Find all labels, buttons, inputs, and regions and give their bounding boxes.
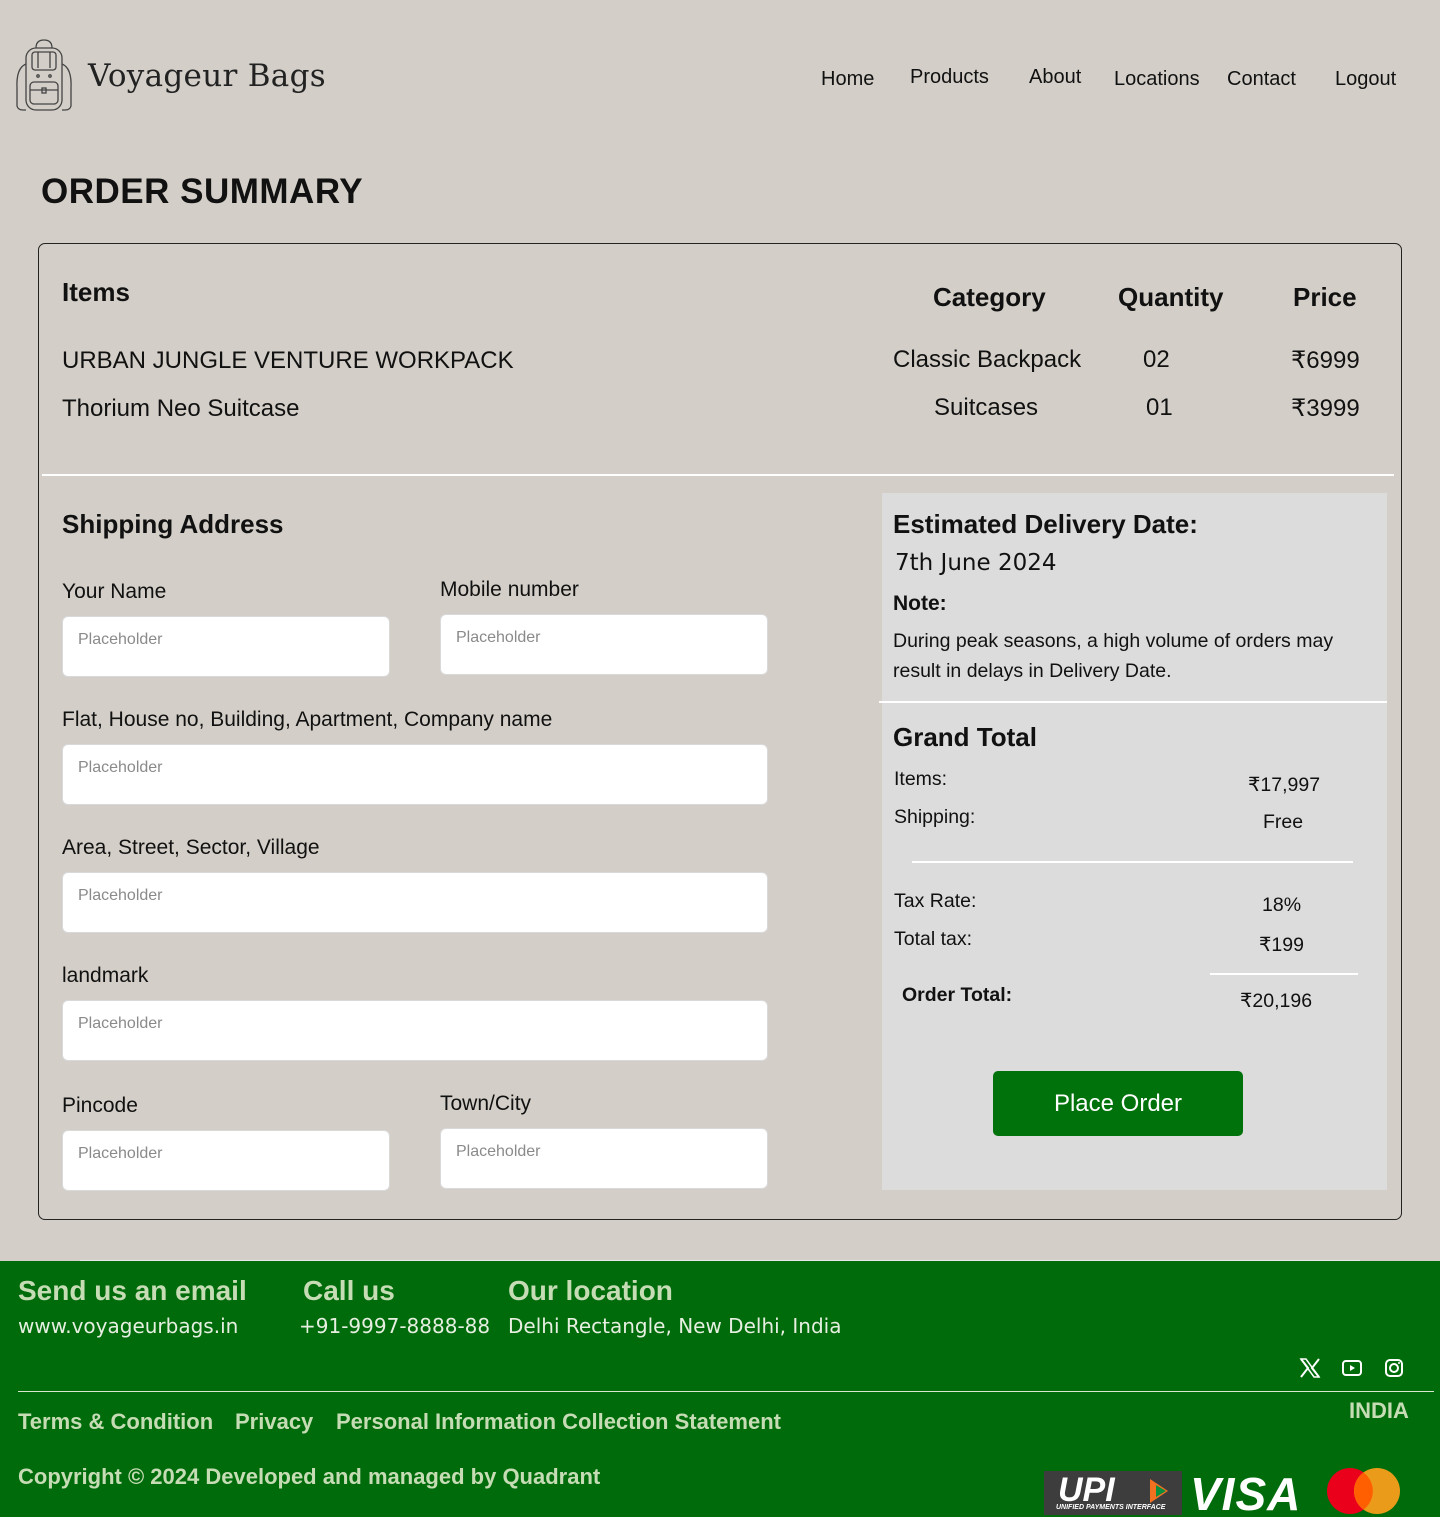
youtube-icon[interactable]: [1341, 1357, 1363, 1379]
mobile-label: Mobile number: [440, 578, 579, 601]
row-quantity: 01: [1146, 394, 1173, 421]
delivery-title: Estimated Delivery Date:: [893, 509, 1198, 539]
backpack-icon: [16, 39, 72, 111]
row-item: Thorium Neo Suitcase: [62, 395, 300, 422]
row-price: ₹3999: [1291, 395, 1360, 422]
call-heading: Call us: [303, 1275, 395, 1306]
upi-logo: UPI UNIFIED PAYMENTS INTERFACE: [1044, 1471, 1182, 1515]
footer: Send us an email www.voyageurbags.in Cal…: [0, 1261, 1440, 1517]
shipping-label: Shipping:: [894, 806, 976, 828]
city-label: Town/City: [440, 1092, 532, 1115]
category-header: Category: [933, 282, 1046, 312]
brand-logo[interactable]: [14, 38, 74, 114]
landmark-label: landmark: [62, 964, 149, 987]
total-tax-value: ₹199: [1259, 934, 1304, 956]
items-header: Items: [62, 277, 130, 307]
nav-products[interactable]: Products: [910, 66, 989, 89]
quantity-header: Quantity: [1118, 282, 1224, 312]
nav-locations[interactable]: Locations: [1114, 68, 1200, 91]
location-heading: Our location: [508, 1275, 673, 1306]
flat-field[interactable]: [62, 744, 768, 805]
visa-logo: VISA: [1190, 1468, 1302, 1517]
row-category: Classic Backpack: [893, 346, 1082, 373]
footer-divider: [18, 1391, 1434, 1392]
order-total-label: Order Total:: [902, 984, 1013, 1006]
mastercard-icon: [1327, 1468, 1400, 1514]
x-twitter-icon[interactable]: [1299, 1357, 1321, 1379]
pincode-field[interactable]: [62, 1130, 390, 1191]
order-total-value: ₹20,196: [1240, 990, 1313, 1012]
order-total-divider: [1210, 973, 1358, 975]
name-label: Your Name: [62, 580, 167, 603]
name-field[interactable]: [62, 616, 390, 677]
place-order-button[interactable]: Place Order: [993, 1071, 1243, 1136]
copyright: Copyright © 2024 Developed and managed b…: [18, 1464, 601, 1489]
brand-name[interactable]: Voyageur Bags: [88, 58, 326, 94]
upi-subtext: UNIFIED PAYMENTS INTERFACE: [1056, 1504, 1166, 1511]
row-category: Suitcases: [934, 394, 1039, 421]
upi-arrow-icon: [1150, 1479, 1168, 1503]
tax-rate-label: Tax Rate:: [894, 890, 977, 912]
tax-rate-value: 18%: [1262, 894, 1302, 916]
page-title: ORDER SUMMARY: [41, 172, 364, 211]
price-header: Price: [1293, 282, 1357, 312]
instagram-icon[interactable]: [1383, 1357, 1405, 1379]
area-field[interactable]: [62, 872, 768, 933]
pincode-label: Pincode: [62, 1094, 138, 1117]
city-field[interactable]: [440, 1128, 768, 1189]
nav-logout[interactable]: Logout: [1335, 68, 1396, 91]
shipping-title: Shipping Address: [62, 509, 284, 539]
row-price: ₹6999: [1291, 347, 1360, 374]
nav-contact[interactable]: Contact: [1227, 68, 1296, 91]
area-label: Area, Street, Sector, Village: [62, 836, 320, 859]
row-item: URBAN JUNGLE VENTURE WORKPACK: [62, 347, 514, 374]
flat-label: Flat, House no, Building, Apartment, Com…: [62, 708, 553, 731]
location-value: Delhi Rectangle, New Delhi, India: [508, 1314, 842, 1338]
country-label: INDIA: [1349, 1398, 1409, 1423]
terms-link[interactable]: Terms & Condition: [18, 1409, 213, 1435]
landmark-field[interactable]: [62, 1000, 768, 1061]
pics-link[interactable]: Personal Information Collection Statemen…: [336, 1409, 781, 1435]
note-line-1: During peak seasons, a high volume of or…: [893, 630, 1334, 652]
total-tax-label: Total tax:: [894, 928, 973, 950]
row-quantity: 02: [1143, 346, 1170, 373]
privacy-link[interactable]: Privacy: [235, 1409, 313, 1435]
items-total-label: Items:: [894, 768, 948, 790]
nav-home[interactable]: Home: [821, 68, 874, 91]
delivery-date: 7th June 2024: [895, 550, 1057, 576]
panel-divider: [879, 701, 1387, 703]
shipping-value: Free: [1263, 811, 1304, 833]
note-line-2: result in delays in Delivery Date.: [893, 660, 1172, 682]
items-total-value: ₹17,997: [1248, 774, 1321, 796]
nav-about[interactable]: About: [1029, 66, 1081, 89]
email-heading: Send us an email: [18, 1275, 247, 1306]
email-value[interactable]: www.voyageurbags.in: [18, 1314, 238, 1338]
note-label: Note:: [893, 592, 947, 615]
call-value[interactable]: +91-9997-8888-88: [299, 1314, 490, 1338]
totals-divider: [912, 861, 1353, 863]
mobile-field[interactable]: [440, 614, 768, 675]
grand-total-title: Grand Total: [893, 722, 1037, 752]
section-divider: [42, 474, 1394, 476]
